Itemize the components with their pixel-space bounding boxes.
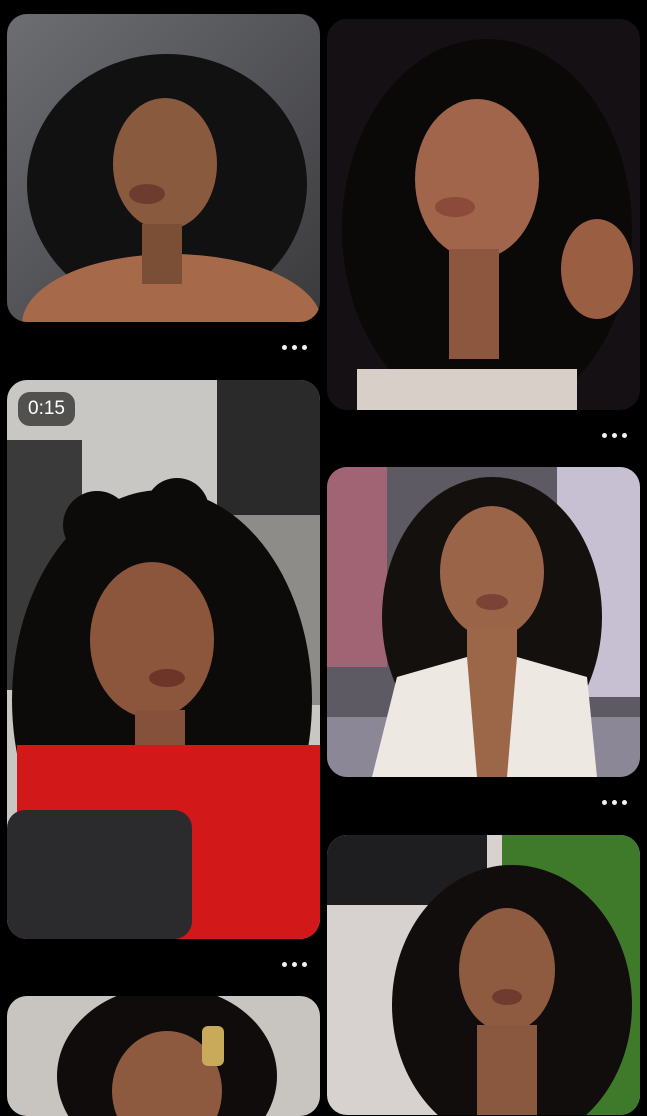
more-options-button-4[interactable] bbox=[594, 792, 634, 812]
more-dot-icon bbox=[601, 799, 607, 805]
pin-image-3 bbox=[7, 380, 320, 939]
more-dot-icon bbox=[281, 344, 287, 350]
more-dot-icon bbox=[301, 344, 307, 350]
pin-card-6[interactable] bbox=[7, 996, 320, 1116]
more-options-button-3[interactable] bbox=[274, 954, 314, 974]
video-duration-badge: 0:15 bbox=[18, 392, 75, 426]
more-options-button-1[interactable] bbox=[274, 337, 314, 357]
more-options-button-2[interactable] bbox=[594, 425, 634, 445]
more-dot-icon bbox=[611, 799, 617, 805]
pin-image-4 bbox=[327, 467, 640, 777]
more-dot-icon bbox=[281, 961, 287, 967]
more-dot-icon bbox=[291, 344, 297, 350]
pin-feed: 0:15 bbox=[0, 0, 647, 1116]
pin-image-1 bbox=[7, 14, 320, 322]
pin-card-3[interactable]: 0:15 bbox=[7, 380, 320, 939]
pin-card-4[interactable] bbox=[327, 467, 640, 777]
more-dot-icon bbox=[611, 432, 617, 438]
pin-card-1[interactable] bbox=[7, 14, 320, 322]
more-dot-icon bbox=[621, 432, 627, 438]
pin-card-5[interactable] bbox=[327, 835, 640, 1115]
pin-card-2[interactable] bbox=[327, 19, 640, 410]
more-dot-icon bbox=[621, 799, 627, 805]
pin-image-5 bbox=[327, 835, 640, 1115]
more-dot-icon bbox=[601, 432, 607, 438]
more-dot-icon bbox=[301, 961, 307, 967]
more-dot-icon bbox=[291, 961, 297, 967]
pin-image-2 bbox=[327, 19, 640, 410]
pin-image-6 bbox=[7, 996, 320, 1116]
